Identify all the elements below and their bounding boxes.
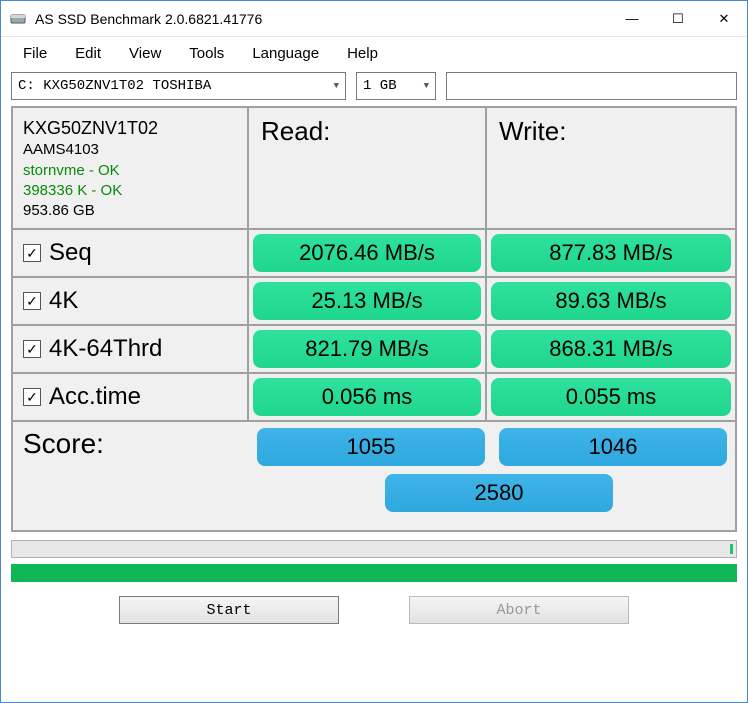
menu-help[interactable]: Help xyxy=(337,43,396,64)
seq-read-value: 2076.46 MB/s xyxy=(253,234,481,272)
score-read-value: 1055 xyxy=(257,428,485,466)
read-header: Read: xyxy=(249,108,487,228)
progress-bar-total xyxy=(11,564,737,582)
acc-read-value: 0.056 ms xyxy=(253,378,481,416)
text-input[interactable] xyxy=(446,72,737,100)
menu-view[interactable]: View xyxy=(119,43,179,64)
window-title: AS SSD Benchmark 2.0.6821.41776 xyxy=(35,11,609,27)
selector-row: C: KXG50ZNV1T02 TOSHIBA ▼ 1 GB ▼ xyxy=(1,70,747,106)
app-window: AS SSD Benchmark 2.0.6821.41776 — ☐ ✕ Fi… xyxy=(0,0,748,703)
score-total-value: 2580 xyxy=(385,474,613,512)
4k64-label: 4K-64Thrd xyxy=(49,335,162,363)
menu-tools[interactable]: Tools xyxy=(179,43,242,64)
drive-info-cell: KXG50ZNV1T02 AAMS4103 stornvme - OK 3983… xyxy=(13,108,249,228)
4k-checkbox[interactable]: ✓ xyxy=(23,292,41,310)
acc-checkbox[interactable]: ✓ xyxy=(23,388,41,406)
score-write-value: 1046 xyxy=(499,428,727,466)
score-row: Score: 1055 1046 2580 xyxy=(13,422,735,530)
acc-write-value: 0.055 ms xyxy=(491,378,731,416)
app-icon xyxy=(9,10,27,28)
drive-dropdown-value: C: KXG50ZNV1T02 TOSHIBA xyxy=(18,78,211,94)
4k-read-value: 25.13 MB/s xyxy=(253,282,481,320)
drive-model: KXG50ZNV1T02 xyxy=(23,116,237,140)
score-label: Score: xyxy=(23,428,104,460)
progress-area xyxy=(11,540,737,586)
seq-write-value: 877.83 MB/s xyxy=(491,234,731,272)
write-header: Write: xyxy=(487,108,735,228)
window-controls: — ☐ ✕ xyxy=(609,1,747,36)
4k-label: 4K xyxy=(49,287,78,315)
4k-write-value: 89.63 MB/s xyxy=(491,282,731,320)
minimize-button[interactable]: — xyxy=(609,1,655,36)
progress-bar-step xyxy=(11,540,737,558)
titlebar: AS SSD Benchmark 2.0.6821.41776 — ☐ ✕ xyxy=(1,1,747,37)
acc-label: Acc.time xyxy=(49,383,141,411)
menu-language[interactable]: Language xyxy=(242,43,337,64)
4k64-read-value: 821.79 MB/s xyxy=(253,330,481,368)
start-button[interactable]: Start xyxy=(119,596,339,624)
4k64-checkbox[interactable]: ✓ xyxy=(23,340,41,358)
chevron-down-icon: ▼ xyxy=(424,81,429,91)
maximize-button[interactable]: ☐ xyxy=(655,1,701,36)
button-row: Start Abort xyxy=(1,590,747,634)
4k64-write-value: 868.31 MB/s xyxy=(491,330,731,368)
menu-file[interactable]: File xyxy=(13,43,65,64)
close-button[interactable]: ✕ xyxy=(701,1,747,36)
seq-label: Seq xyxy=(49,239,92,267)
seq-checkbox[interactable]: ✓ xyxy=(23,244,41,262)
drive-driver-status: stornvme - OK xyxy=(23,161,237,181)
abort-button: Abort xyxy=(409,596,629,624)
menubar: File Edit View Tools Language Help xyxy=(1,37,747,70)
drive-firmware: AAMS4103 xyxy=(23,140,237,160)
drive-dropdown[interactable]: C: KXG50ZNV1T02 TOSHIBA ▼ xyxy=(11,72,346,100)
results-grid: KXG50ZNV1T02 AAMS4103 stornvme - OK 3983… xyxy=(11,106,737,532)
drive-alignment-status: 398336 K - OK xyxy=(23,181,237,201)
size-dropdown-value: 1 GB xyxy=(363,78,397,94)
chevron-down-icon: ▼ xyxy=(334,81,339,91)
menu-edit[interactable]: Edit xyxy=(65,43,119,64)
drive-capacity: 953.86 GB xyxy=(23,201,237,221)
size-dropdown[interactable]: 1 GB ▼ xyxy=(356,72,436,100)
